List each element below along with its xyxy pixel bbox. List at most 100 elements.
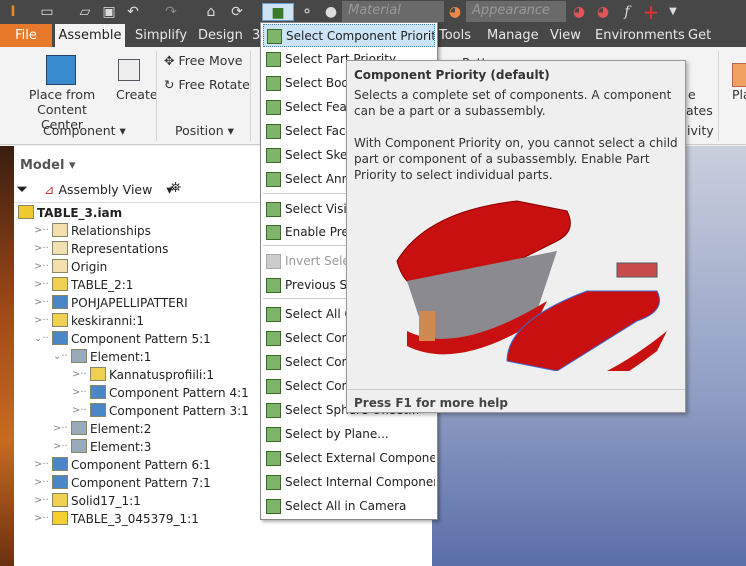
tree-item[interactable]: TABLE_3.iam <box>18 204 122 222</box>
expand-toggle[interactable]: >·· <box>72 369 87 380</box>
tab-simplify[interactable]: Simplify <box>135 24 187 47</box>
tree-item[interactable]: Element:1 <box>71 348 151 366</box>
browser-title[interactable]: Model ▾ <box>20 158 76 173</box>
tree-item-label: Origin <box>71 260 108 274</box>
tree-item[interactable]: keskiranni:1 <box>52 312 144 330</box>
expand-toggle[interactable]: >·· <box>53 441 68 452</box>
clear-appearance-icon[interactable]: ◕ <box>594 3 612 21</box>
adjust-appearance-icon[interactable]: ◕ <box>570 3 588 21</box>
tree-item-label: Component Pattern 6:1 <box>71 458 211 472</box>
menu-item-select-external-components[interactable]: Select External Components <box>263 447 435 470</box>
tree-item[interactable]: TABLE_3_045379_1:1 <box>52 510 199 528</box>
find-binoculars-icon[interactable]: ⛯ <box>170 180 181 196</box>
tab-view[interactable]: View <box>550 24 581 47</box>
tree-item-label: Component Pattern 3:1 <box>109 404 249 418</box>
expand-toggle[interactable]: >·· <box>34 495 49 506</box>
menu-item-select-by-plane[interactable]: Select by Plane... <box>263 423 435 446</box>
pattern-icon <box>52 295 68 309</box>
expand-toggle[interactable]: >·· <box>34 279 49 290</box>
tree-item[interactable]: Origin <box>52 258 107 276</box>
expand-toggle[interactable]: >·· <box>34 315 49 326</box>
tree-item[interactable]: Component Pattern 5:1 <box>52 330 211 348</box>
free-rotate-button[interactable]: ↻ Free Rotate <box>164 77 250 92</box>
tree-item[interactable]: Component Pattern 7:1 <box>52 474 211 492</box>
tab-tools[interactable]: Tools <box>439 24 471 47</box>
select-component-icon: ■ <box>271 5 285 21</box>
expand-toggle[interactable]: >·· <box>53 423 68 434</box>
new-file-icon[interactable]: ▭ <box>38 3 56 21</box>
tab-file[interactable]: File <box>0 24 52 47</box>
tree-item[interactable]: Solid17_1:1 <box>52 492 141 510</box>
expand-toggle[interactable]: >·· <box>34 261 49 272</box>
expand-toggle[interactable]: >·· <box>34 243 49 254</box>
menu-item-label: Select Internal Components <box>285 475 435 489</box>
assembly-view-dropdown[interactable]: ⊿ Assembly View ▾ <box>44 182 173 197</box>
filter-icon[interactable]: ⏷ <box>16 180 28 198</box>
selection-mode-icon <box>266 331 281 346</box>
free-rotate-icon: ↻ <box>164 77 179 92</box>
tab-assemble[interactable]: Assemble <box>55 24 125 47</box>
panel-divider <box>250 51 251 141</box>
folder-icon <box>52 223 68 237</box>
inventor-logo-icon[interactable]: I <box>4 3 22 21</box>
tab-get-started[interactable]: Get Started <box>688 24 746 66</box>
selection-mode-icon <box>266 76 281 91</box>
browser-title-text: Model <box>20 158 65 173</box>
home-icon[interactable]: ⌂ <box>202 3 220 21</box>
tree-item[interactable]: Component Pattern 4:1 <box>90 384 249 402</box>
selection-filter-button[interactable]: ■ <box>262 3 294 21</box>
tab-3d-model[interactable]: 3D Model <box>252 24 260 47</box>
tree-item[interactable]: Representations <box>52 240 168 258</box>
tab-design[interactable]: Design <box>198 24 243 47</box>
tree-item[interactable]: Relationships <box>52 222 151 240</box>
undo-icon[interactable]: ↶ <box>124 3 142 21</box>
component-panel-label[interactable]: Component ▾ <box>43 123 126 138</box>
open-icon[interactable]: ▱ <box>76 3 94 21</box>
expand-toggle[interactable]: >·· <box>34 297 49 308</box>
tree-item[interactable]: Element:3 <box>71 438 151 456</box>
quick-access-toolbar: I ▭ ▱ ▣ ↶ ↷ ⌂ ⟳ ■ ⚬ ● Material ◕ Appeara… <box>0 0 746 24</box>
expand-toggle[interactable]: >·· <box>72 387 87 398</box>
tab-manage[interactable]: Manage <box>487 24 539 47</box>
tree-item[interactable]: Kannatusprofiili:1 <box>90 366 214 384</box>
tree-item[interactable]: Component Pattern 3:1 <box>90 402 249 420</box>
assembly-view-label: Assembly View <box>58 182 153 197</box>
redo-icon[interactable]: ↷ <box>162 3 180 21</box>
appearance-combo[interactable]: Appearance <box>466 1 566 22</box>
tree-item[interactable]: TABLE_2:1 <box>52 276 133 294</box>
add-icon[interactable]: + <box>642 2 660 22</box>
tooltip-description: Selects a complete set of components. A … <box>354 88 672 118</box>
pattern-icon <box>52 331 68 345</box>
tab-environments[interactable]: Environments <box>595 24 685 47</box>
menu-item-select-component-priority[interactable]: Select Component Priority <box>263 24 435 47</box>
expand-toggle[interactable]: >·· <box>34 513 49 524</box>
save-icon[interactable]: ▣ <box>100 3 118 21</box>
selection-mode-icon <box>266 379 281 394</box>
update-icon[interactable]: ⟳ <box>228 3 246 21</box>
menu-item-select-internal-components[interactable]: Select Internal Components <box>263 471 435 494</box>
place-button[interactable]: Pla <box>732 87 746 102</box>
expand-toggle[interactable]: >·· <box>72 405 87 416</box>
folder-icon <box>52 259 68 273</box>
collapse-toggle[interactable]: ⌄·· <box>53 351 68 362</box>
tree-item[interactable]: Element:2 <box>71 420 151 438</box>
customize-dropdown-icon[interactable]: ▼ <box>664 3 682 21</box>
free-move-button[interactable]: ✥ Free Move <box>164 53 242 68</box>
expand-toggle[interactable]: >·· <box>34 477 49 488</box>
pattern-icon <box>90 403 106 417</box>
parameters-fx-icon[interactable]: f <box>618 3 636 21</box>
tree-item[interactable]: POHJAPELLIPATTERI <box>52 294 188 312</box>
expand-toggle[interactable]: >·· <box>34 459 49 470</box>
pattern-icon <box>52 457 68 471</box>
partial-label: ates <box>686 103 713 118</box>
expand-toggle[interactable]: >·· <box>34 225 49 236</box>
menu-item-select-all-in-camera[interactable]: Select All in Camera <box>263 495 435 518</box>
selection-mode-icon <box>266 499 281 514</box>
create-button[interactable]: Create <box>116 87 158 102</box>
position-panel-label[interactable]: Position ▾ <box>175 123 234 138</box>
material-combo[interactable]: Material <box>342 1 444 22</box>
tree-item[interactable]: Component Pattern 6:1 <box>52 456 211 474</box>
panel-divider <box>718 51 719 141</box>
joint-icon[interactable]: ⚬ <box>298 3 316 21</box>
collapse-toggle[interactable]: ⌄·· <box>34 333 49 344</box>
